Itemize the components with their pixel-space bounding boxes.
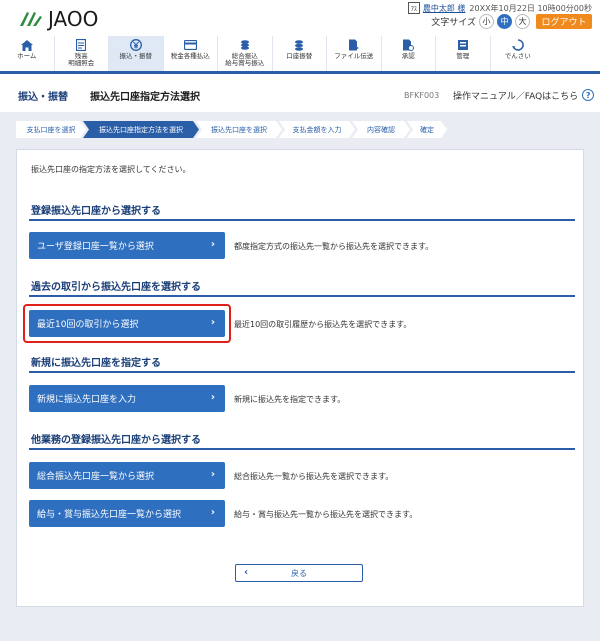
page-title-bar: 振込・振替 振込先口座指定方法選択 BFKF003 操作マニュアル／FAQはこち… [0, 83, 600, 107]
densai-icon [511, 39, 525, 51]
chevron-right-icon: › [210, 507, 215, 518]
logout-button[interactable]: ログアウト [536, 14, 592, 29]
nav-item-transfer[interactable]: 振込・振替 [109, 36, 164, 71]
section-name: 振込・振替 [18, 91, 68, 103]
chevron-left-icon: ‹ [244, 567, 249, 578]
coins-icon [238, 39, 252, 51]
enter-new-payee-button[interactable]: 新規に振込先口座を入力 › [29, 385, 225, 412]
nav-item-balance[interactable]: 残高 明細照会 [55, 36, 109, 71]
step-select-method: 振込先口座指定方法を選択 [83, 121, 199, 138]
section-divider [29, 219, 575, 221]
logo-text: JAOO [48, 7, 99, 31]
user-info: ｱｽ 農中太郎 様 20XX年10月22日 10時00分00秒 [407, 2, 592, 14]
intro-text: 振込先口座の指定方法を選択してください。 [31, 165, 191, 174]
card-icon [183, 39, 197, 51]
step-complete: 確定 [407, 121, 447, 138]
button-description: 最近10回の取引履歴から振込先を選択できます。 [234, 320, 412, 329]
chevron-right-icon: › [210, 239, 215, 250]
back-button[interactable]: ‹ 戻る [235, 564, 363, 582]
help-icon: ? [582, 89, 595, 101]
button-label: 最近10回の取引から選択 [37, 320, 139, 330]
font-size-large-button[interactable]: 大 [515, 14, 530, 29]
select-user-registered-button[interactable]: ユーザ登録口座一覧から選択 › [29, 232, 225, 259]
nav-item-tax[interactable]: 税金各種払込 [164, 36, 218, 71]
screen-code: BFKF003 [404, 90, 440, 100]
nav-label: 口座振替 [286, 52, 313, 60]
home-icon [20, 39, 34, 51]
main-nav: ホーム 残高 明細照会 振込・振替 税金各種払込 総合振込 給与賞与振込 口座振… [0, 36, 600, 74]
section-title-registered: 登録振込先口座から選択する [31, 206, 161, 217]
login-datetime: 20XX年10月22日 10時00分00秒 [469, 3, 592, 13]
step-confirm: 内容確認 [352, 121, 410, 138]
nav-label: 管理 [456, 52, 470, 60]
logo: JAOO [18, 9, 98, 29]
nav-label: 総合振込 給与賞与振込 [225, 52, 265, 67]
nav-item-account-debit[interactable]: 口座振替 [273, 36, 327, 71]
progress-steps: 支払口座を選択 振込先口座指定方法を選択 振込先口座を選択 支払金額を入力 内容… [16, 121, 444, 138]
nav-label: 税金各種払込 [170, 52, 210, 60]
button-description: 都度指定方式の振込先一覧から振込先を選択できます。 [234, 242, 434, 251]
step-select-payment-account: 支払口座を選択 [16, 121, 86, 138]
button-description: 総合振込先一覧から振込先を選択できます。 [234, 472, 394, 481]
button-label: 給与・賞与振込先口座一覧から選択 [37, 510, 182, 520]
section-divider [29, 295, 575, 297]
main-panel: 振込先口座の指定方法を選択してください。 登録振込先口座から選択する ユーザ登録… [16, 149, 584, 607]
nav-label: ホーム [17, 52, 37, 60]
font-size-small-button[interactable]: 小 [479, 14, 494, 29]
section-divider [29, 371, 575, 373]
approval-icon [401, 39, 415, 51]
nav-item-bulk-transfer[interactable]: 総合振込 給与賞与振込 [218, 36, 273, 71]
section-title-history: 過去の取引から振込先口座を選択する [31, 282, 201, 293]
nav-item-admin[interactable]: 管理 [436, 36, 491, 71]
select-bulk-payee-button[interactable]: 総合振込先口座一覧から選択 › [29, 462, 225, 489]
step-enter-amount: 支払金額を入力 [279, 121, 355, 138]
button-description: 新規に振込先を指定できます。 [234, 395, 346, 404]
file-transfer-icon [347, 39, 361, 51]
coins-stack-icon [292, 39, 306, 51]
chevron-right-icon: › [210, 317, 215, 328]
nav-item-approval[interactable]: 承認 [382, 36, 436, 71]
button-label: 総合振込先口座一覧から選択 [37, 472, 155, 482]
select-salary-payee-button[interactable]: 給与・賞与振込先口座一覧から選択 › [29, 500, 225, 527]
font-size-medium-button[interactable]: 中 [497, 14, 512, 29]
button-description: 給与・賞与振込先一覧から振込先を選択できます。 [234, 510, 418, 519]
select-recent-10-button[interactable]: 最近10回の取引から選択 › [29, 310, 225, 337]
section-title-other-business: 他業務の登録振込先口座から選択する [31, 435, 201, 446]
nav-item-file-transfer[interactable]: ファイル伝送 [327, 36, 382, 71]
chevron-right-icon: › [210, 469, 215, 480]
font-size-label: 文字サイズ [431, 18, 476, 28]
admin-icon [456, 39, 470, 51]
nav-label: 残高 明細照会 [68, 52, 95, 67]
document-icon [74, 39, 88, 51]
section-divider [29, 448, 575, 450]
nav-label: 振込・振替 [119, 52, 153, 60]
button-label: ユーザ登録口座一覧から選択 [37, 242, 154, 252]
app-header: JAOO ｱｽ 農中太郎 様 20XX年10月22日 10時00分00秒 文字サ… [0, 0, 600, 36]
section-title-new: 新規に振込先口座を指定する [31, 358, 161, 369]
nav-item-densai[interactable]: でんさい [491, 36, 546, 71]
step-select-payee: 振込先口座を選択 [196, 121, 282, 138]
chevron-right-icon: › [210, 392, 215, 403]
button-label: 新規に振込先口座を入力 [37, 395, 137, 405]
nav-label: でんさい [504, 52, 531, 60]
page-title: 振込先口座指定方法選択 [90, 91, 200, 103]
back-button-label: 戻る [291, 568, 307, 578]
nav-label: ファイル伝送 [334, 52, 374, 60]
help-link[interactable]: 操作マニュアル／FAQはこちら ? [453, 89, 595, 102]
help-link-label: 操作マニュアル／FAQはこちら [453, 91, 579, 102]
user-badge-icon: ｱｽ [407, 2, 420, 14]
yen-icon [129, 39, 143, 51]
nav-label: 承認 [401, 52, 415, 60]
ja-logo-icon [20, 12, 42, 26]
nav-item-home[interactable]: ホーム [0, 36, 55, 71]
font-size-controls: 文字サイズ 小 中 大 ログアウト [431, 14, 592, 29]
user-name-link[interactable]: 農中太郎 様 [423, 3, 466, 14]
